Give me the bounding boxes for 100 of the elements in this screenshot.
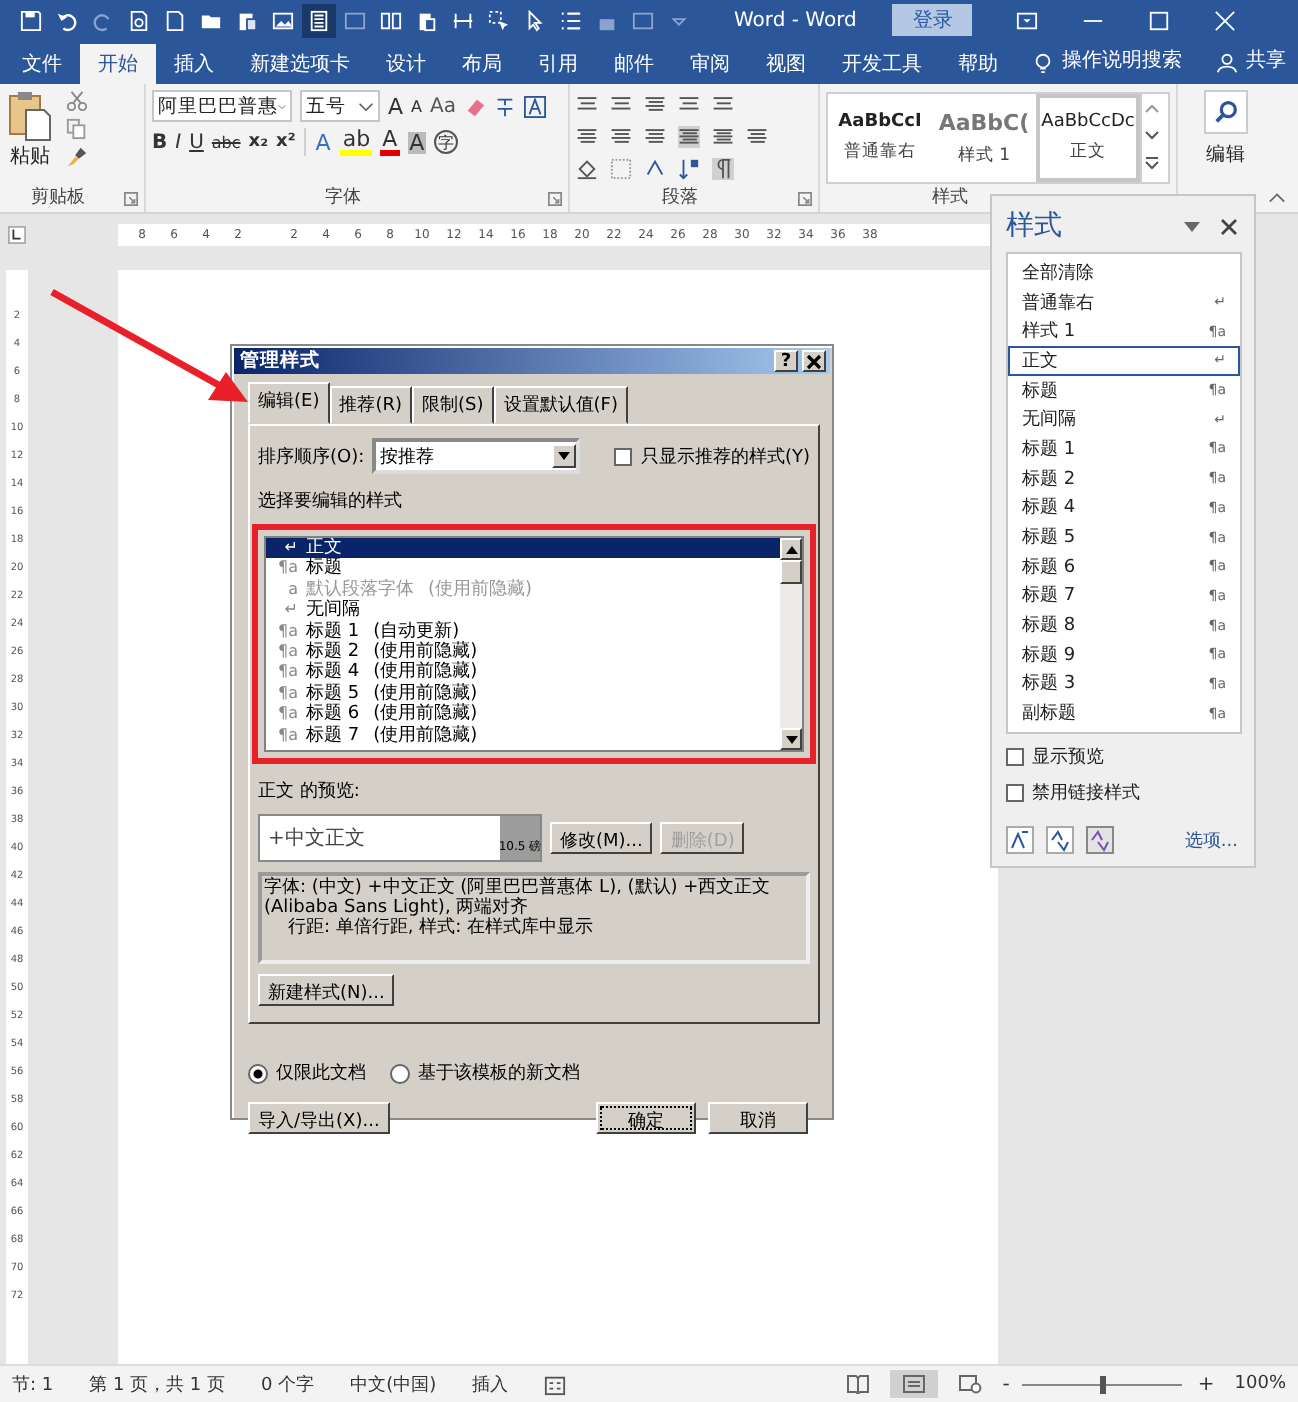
format-button[interactable]: x² xyxy=(276,132,296,152)
justify-icon[interactable] xyxy=(678,125,700,147)
lightbulb-icon[interactable] xyxy=(1032,52,1054,74)
close-button[interactable] xyxy=(802,350,826,372)
columns-icon[interactable] xyxy=(380,9,402,31)
dialog-launcher-icon[interactable] xyxy=(548,192,562,206)
list-icon[interactable] xyxy=(560,9,582,31)
character-border-icon[interactable] xyxy=(523,95,546,117)
editing-button[interactable]: 编辑 xyxy=(1204,90,1248,168)
style-list-item[interactable]: ¶a 标题 5 (使用前隐藏) xyxy=(266,683,780,705)
ribbon-tab[interactable]: 视图 xyxy=(748,44,824,84)
font-tool-button[interactable]: A xyxy=(313,131,333,153)
scissors-icon[interactable] xyxy=(66,90,88,112)
ok-button[interactable]: 确定 xyxy=(596,1102,696,1134)
dialog-tab[interactable]: 限制(S) xyxy=(412,386,494,424)
style-list-item[interactable]: ¶a 标题 2 (使用前隐藏) xyxy=(266,641,780,663)
dialog-tab[interactable]: 编辑(E) xyxy=(248,382,330,424)
cancel-button[interactable]: 取消 xyxy=(708,1102,808,1134)
font-tool-button[interactable]: A xyxy=(380,128,400,156)
format-button[interactable]: x₂ xyxy=(248,132,269,152)
shrink-font-button[interactable]: A xyxy=(411,97,423,115)
style-list-item[interactable]: ¶a 标题 6 (使用前隐藏) xyxy=(266,704,780,726)
dialog-launcher-icon[interactable] xyxy=(124,192,138,206)
font-tool-button[interactable]: ab xyxy=(340,128,373,156)
recommended-only-checkbox[interactable]: 只显示推荐的样式(Y) xyxy=(614,443,810,469)
table-icon[interactable] xyxy=(344,9,366,31)
font-tool-button[interactable]: 字 xyxy=(434,130,459,154)
paintbrush-icon[interactable] xyxy=(66,146,88,168)
copy-icon[interactable] xyxy=(66,118,88,140)
undo-icon[interactable] xyxy=(56,9,78,31)
style-list-item[interactable]: ↵ 无间隔 xyxy=(266,600,780,622)
clipboard-icon[interactable] xyxy=(236,9,258,31)
person-icon[interactable] xyxy=(1216,52,1238,74)
style-list-item[interactable]: ¶a 标题 1 (自动更新) xyxy=(266,621,780,642)
dialog-launcher-icon[interactable] xyxy=(798,192,812,206)
ribbon-tab[interactable]: 审阅 xyxy=(672,44,748,84)
style-item[interactable]: 全部清除 xyxy=(1008,258,1240,288)
options-link[interactable]: 选项... xyxy=(1184,827,1238,853)
ribbon-tab[interactable]: 新建选项卡 xyxy=(232,44,368,84)
manage-styles-icon[interactable] xyxy=(1086,826,1114,854)
style-inspector-icon[interactable] xyxy=(1046,826,1074,854)
pointer-icon[interactable] xyxy=(524,9,546,31)
modify-button[interactable]: 修改(M)... xyxy=(550,822,653,854)
save-icon[interactable] xyxy=(20,9,42,31)
ribbon-tab[interactable]: 帮助 xyxy=(940,44,1016,84)
new-style-button[interactable]: 新建样式(N)... xyxy=(258,974,395,1006)
ribbon-tab[interactable]: 开始 xyxy=(80,44,156,84)
format-button[interactable]: abc xyxy=(211,133,241,151)
radio-button[interactable]: 仅限此文档 xyxy=(248,1060,366,1086)
close-icon[interactable] xyxy=(1220,217,1238,235)
spacing-icon[interactable] xyxy=(452,9,474,31)
ribbon-tab[interactable]: 设计 xyxy=(368,44,444,84)
style-list-item[interactable]: ¶a 标题 7 (使用前隐藏) xyxy=(266,725,780,746)
share-button[interactable]: 共享 xyxy=(1246,46,1286,74)
format-button[interactable]: I xyxy=(175,131,182,153)
style-list-item[interactable]: a 默认段落字体 (使用前隐藏) xyxy=(266,579,780,601)
paste-button[interactable]: 粘贴 xyxy=(6,90,54,170)
zoom-level[interactable]: 100% xyxy=(1234,1374,1286,1394)
print-preview-icon[interactable] xyxy=(128,9,150,31)
style-gallery-item[interactable]: AaBbCcDc 正文 xyxy=(1036,94,1140,182)
ribbon-tab[interactable]: 邮件 xyxy=(596,44,672,84)
sort-order-dropdown[interactable]: 按推荐 xyxy=(372,438,581,474)
form-icon[interactable] xyxy=(632,9,654,31)
zoom-out-button[interactable]: - xyxy=(1002,1373,1010,1395)
scrollbar-thumb[interactable] xyxy=(780,560,802,584)
macro-icon[interactable] xyxy=(544,1373,567,1395)
style-gallery-item[interactable]: AaBbCcI 普通靠右 xyxy=(828,94,932,182)
pane-checkbox[interactable]: 禁用链接样式 xyxy=(1006,780,1254,806)
login-button[interactable]: 登录 xyxy=(892,4,973,36)
zoom-in-button[interactable]: + xyxy=(1197,1373,1215,1395)
redo-icon[interactable] xyxy=(92,9,114,31)
tell-me-search[interactable]: 操作说明搜索 xyxy=(1062,46,1182,74)
help-button[interactable]: ? xyxy=(774,350,798,372)
picture-icon[interactable] xyxy=(272,9,294,31)
pilcrow-icon[interactable] xyxy=(712,157,734,179)
ribbon-tab[interactable]: 引用 xyxy=(520,44,596,84)
select-icon[interactable] xyxy=(488,9,510,31)
ribbon-tab[interactable]: 开发工具 xyxy=(824,44,940,84)
style-gallery-item[interactable]: AaBbC( 样式 1 xyxy=(932,94,1036,182)
format-button[interactable]: B xyxy=(152,131,168,153)
document-view-icon[interactable] xyxy=(308,9,330,31)
phonetic-guide-icon[interactable] xyxy=(493,95,516,117)
ribbon-tab[interactable]: 插入 xyxy=(156,44,232,84)
style-list-item[interactable]: ¶a 标题 xyxy=(266,558,780,580)
collapse-ribbon-icon[interactable] xyxy=(1268,192,1286,204)
new-document-icon[interactable] xyxy=(164,9,186,31)
view-button[interactable] xyxy=(890,1370,939,1398)
import-export-button[interactable]: 导入/导出(X)... xyxy=(248,1102,390,1134)
zoom-thumb[interactable] xyxy=(1099,1375,1106,1393)
font-name-dropdown[interactable]: 阿里巴巴普惠 xyxy=(152,90,292,122)
style-list-item[interactable]: ¶a 标题 4 (使用前隐藏) xyxy=(266,662,780,684)
tab-selector-icon[interactable] xyxy=(8,225,26,243)
paint-bucket-icon[interactable] xyxy=(576,157,598,179)
dialog-tab[interactable]: 设置默认值(F) xyxy=(493,386,628,424)
grow-font-button[interactable]: A xyxy=(388,93,404,119)
borders-icon[interactable] xyxy=(610,157,632,179)
scrollbar[interactable] xyxy=(780,538,802,750)
paste-icon[interactable] xyxy=(416,9,438,31)
pane-options-icon[interactable] xyxy=(1184,221,1200,231)
pane-checkbox[interactable]: 显示预览 xyxy=(1006,744,1254,770)
